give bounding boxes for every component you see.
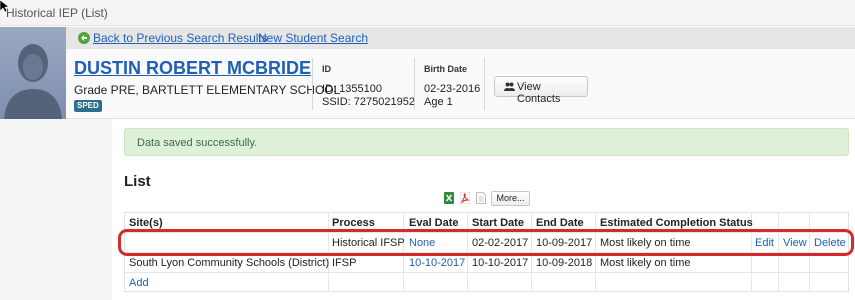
- list-title: List: [124, 173, 151, 190]
- row2-end-date: 10-09-2018: [536, 257, 593, 269]
- grade-school-text: Grade PRE, BARTLETT ELEMENTARY SCHOOL: [74, 83, 341, 97]
- mouse-cursor-icon: [0, 0, 9, 13]
- student-header: DUSTIN ROBERT MCBRIDE Grade PRE, BARTLET…: [66, 49, 855, 119]
- header-divider: [484, 58, 485, 110]
- view-contacts-button[interactable]: View Contacts: [494, 76, 588, 105]
- back-arrow-icon[interactable]: [78, 32, 90, 44]
- age-value: Age 1: [424, 96, 453, 108]
- column-header-sites[interactable]: Site(s): [129, 217, 163, 229]
- row-highlight-annotation: [118, 229, 854, 256]
- header-divider: [414, 58, 415, 110]
- column-header-start-date[interactable]: Start Date: [472, 217, 524, 229]
- id-value: ID: 1355100: [322, 83, 382, 95]
- student-name-link[interactable]: DUSTIN ROBERT MCBRIDE: [74, 58, 311, 79]
- add-link[interactable]: Add: [129, 277, 149, 289]
- row2-eval-date-link[interactable]: 10-10-2017: [409, 257, 465, 269]
- column-header-eval-date[interactable]: Eval Date: [409, 217, 459, 229]
- title-bar: Historical IEP (List): [0, 0, 855, 26]
- row2-process: IFSP: [332, 257, 357, 269]
- more-button[interactable]: More...: [491, 191, 530, 206]
- birth-date-label: Birth Date: [424, 64, 468, 74]
- ssid-value: SSID: 7275021952: [322, 96, 415, 108]
- row2-site: South Lyon Community Schools (District): [129, 257, 330, 269]
- column-header-completion-status[interactable]: Estimated Completion Status: [600, 217, 753, 229]
- student-photo: [0, 27, 66, 119]
- new-student-search-link[interactable]: New Student Search: [258, 31, 368, 45]
- back-to-search-results-link[interactable]: Back to Previous Search Results: [93, 31, 268, 45]
- document-icon[interactable]: [476, 192, 486, 204]
- row2-status: Most likely on time: [600, 257, 691, 269]
- avatar-silhouette-icon: [4, 44, 62, 119]
- sped-badge: SPED: [74, 100, 102, 112]
- id-label: ID: [322, 64, 331, 74]
- people-icon: [504, 82, 515, 91]
- row-divider: [125, 272, 848, 273]
- header-divider: [312, 58, 313, 110]
- alert-message: Data saved successfully.: [137, 137, 258, 149]
- birth-date-value: 02-23-2016: [424, 83, 481, 95]
- row2-start-date: 10-10-2017: [472, 257, 529, 269]
- window-title: Historical IEP (List): [6, 6, 108, 20]
- column-header-end-date[interactable]: End Date: [536, 217, 584, 229]
- column-header-process[interactable]: Process: [332, 217, 375, 229]
- excel-icon[interactable]: [444, 192, 454, 204]
- student-nav-bar: Back to Previous Search Results New Stud…: [66, 27, 855, 49]
- left-gutter: [0, 119, 112, 300]
- pdf-icon[interactable]: [460, 192, 470, 204]
- success-alert: Data saved successfully.: [124, 128, 849, 156]
- view-contacts-label: View Contacts: [517, 81, 561, 105]
